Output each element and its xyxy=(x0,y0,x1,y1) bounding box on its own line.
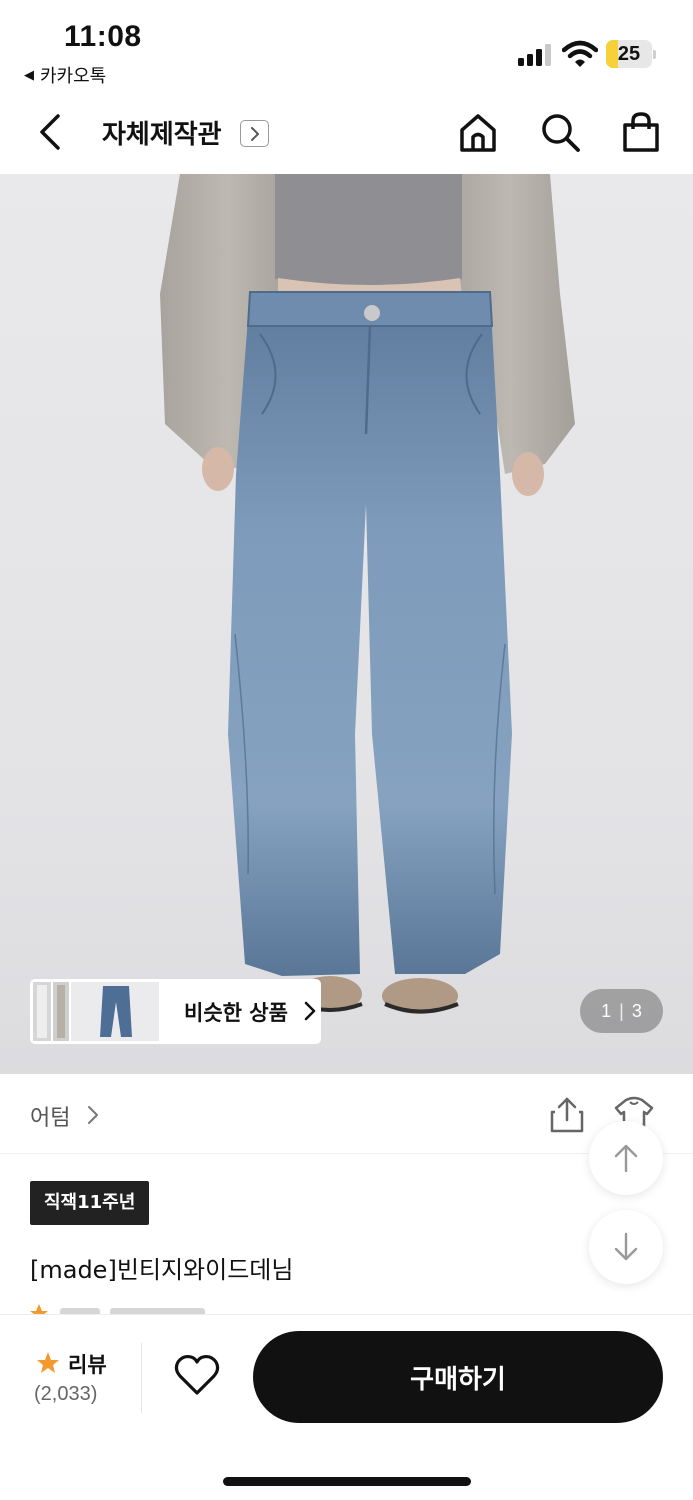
scroll-up-button[interactable] xyxy=(589,1121,663,1195)
cellular-signal-icon xyxy=(518,44,551,66)
brand-row: 어텀 xyxy=(0,1074,693,1154)
page-title[interactable]: 자체제작관 xyxy=(102,114,222,151)
back-to-app-link[interactable]: ◀ 카카오톡 xyxy=(24,62,106,88)
pager-current: 1 xyxy=(601,1000,612,1021)
share-icon[interactable] xyxy=(549,1096,585,1134)
review-summary-button[interactable]: 리뷰 (2,033) xyxy=(34,1347,124,1407)
image-page-indicator: 1 | 3 xyxy=(580,989,663,1033)
similar-product-thumbnails xyxy=(33,982,159,1041)
similar-products-label: 비슷한 상품 xyxy=(184,1001,288,1025)
divider xyxy=(141,1343,142,1413)
status-bar: 11:08 ◀ 카카오톡 25 xyxy=(0,0,693,96)
product-photo xyxy=(160,174,575,1014)
brand-link[interactable]: 어텀 xyxy=(30,1100,70,1132)
buy-button[interactable]: 구매하기 xyxy=(253,1331,663,1423)
back-arrow-icon[interactable] xyxy=(30,110,70,154)
status-time: 11:08 xyxy=(64,20,142,53)
battery-indicator: 25 xyxy=(606,40,656,68)
shopping-bag-icon[interactable] xyxy=(619,110,663,154)
pager-separator: | xyxy=(619,1000,624,1021)
anniversary-badge: 직잭11주년 xyxy=(30,1181,150,1225)
scroll-down-button[interactable] xyxy=(589,1210,663,1284)
home-icon[interactable] xyxy=(456,110,500,154)
chevron-right-icon xyxy=(250,126,259,141)
review-count: (2,033) xyxy=(34,1383,98,1405)
chevron-right-icon xyxy=(304,1001,316,1021)
star-icon xyxy=(37,1352,59,1373)
wifi-icon xyxy=(562,40,598,67)
bottom-action-bar: 리뷰 (2,033) 구매하기 xyxy=(0,1314,693,1500)
similar-products-button[interactable]: 비슷한 상품 xyxy=(30,979,321,1044)
title-expand-button[interactable] xyxy=(240,120,269,147)
battery-percent: 25 xyxy=(617,43,641,65)
top-navigation-bar: 자체제작관 xyxy=(0,96,693,174)
heart-icon[interactable] xyxy=(174,1353,220,1397)
home-indicator xyxy=(223,1477,471,1486)
chevron-right-icon xyxy=(88,1106,98,1124)
back-app-label: 카카오톡 xyxy=(40,66,107,87)
review-label: 리뷰 xyxy=(68,1353,107,1377)
product-image-carousel[interactable]: 비슷한 상품 1 | 3 xyxy=(0,174,693,1074)
back-triangle-icon: ◀ xyxy=(24,67,34,83)
search-icon[interactable] xyxy=(538,110,582,154)
arrow-up-icon xyxy=(614,1144,638,1173)
pager-total: 3 xyxy=(631,1000,642,1021)
arrow-down-icon xyxy=(614,1232,638,1261)
product-name: [made]빈티지와이드데님 xyxy=(30,1256,294,1284)
